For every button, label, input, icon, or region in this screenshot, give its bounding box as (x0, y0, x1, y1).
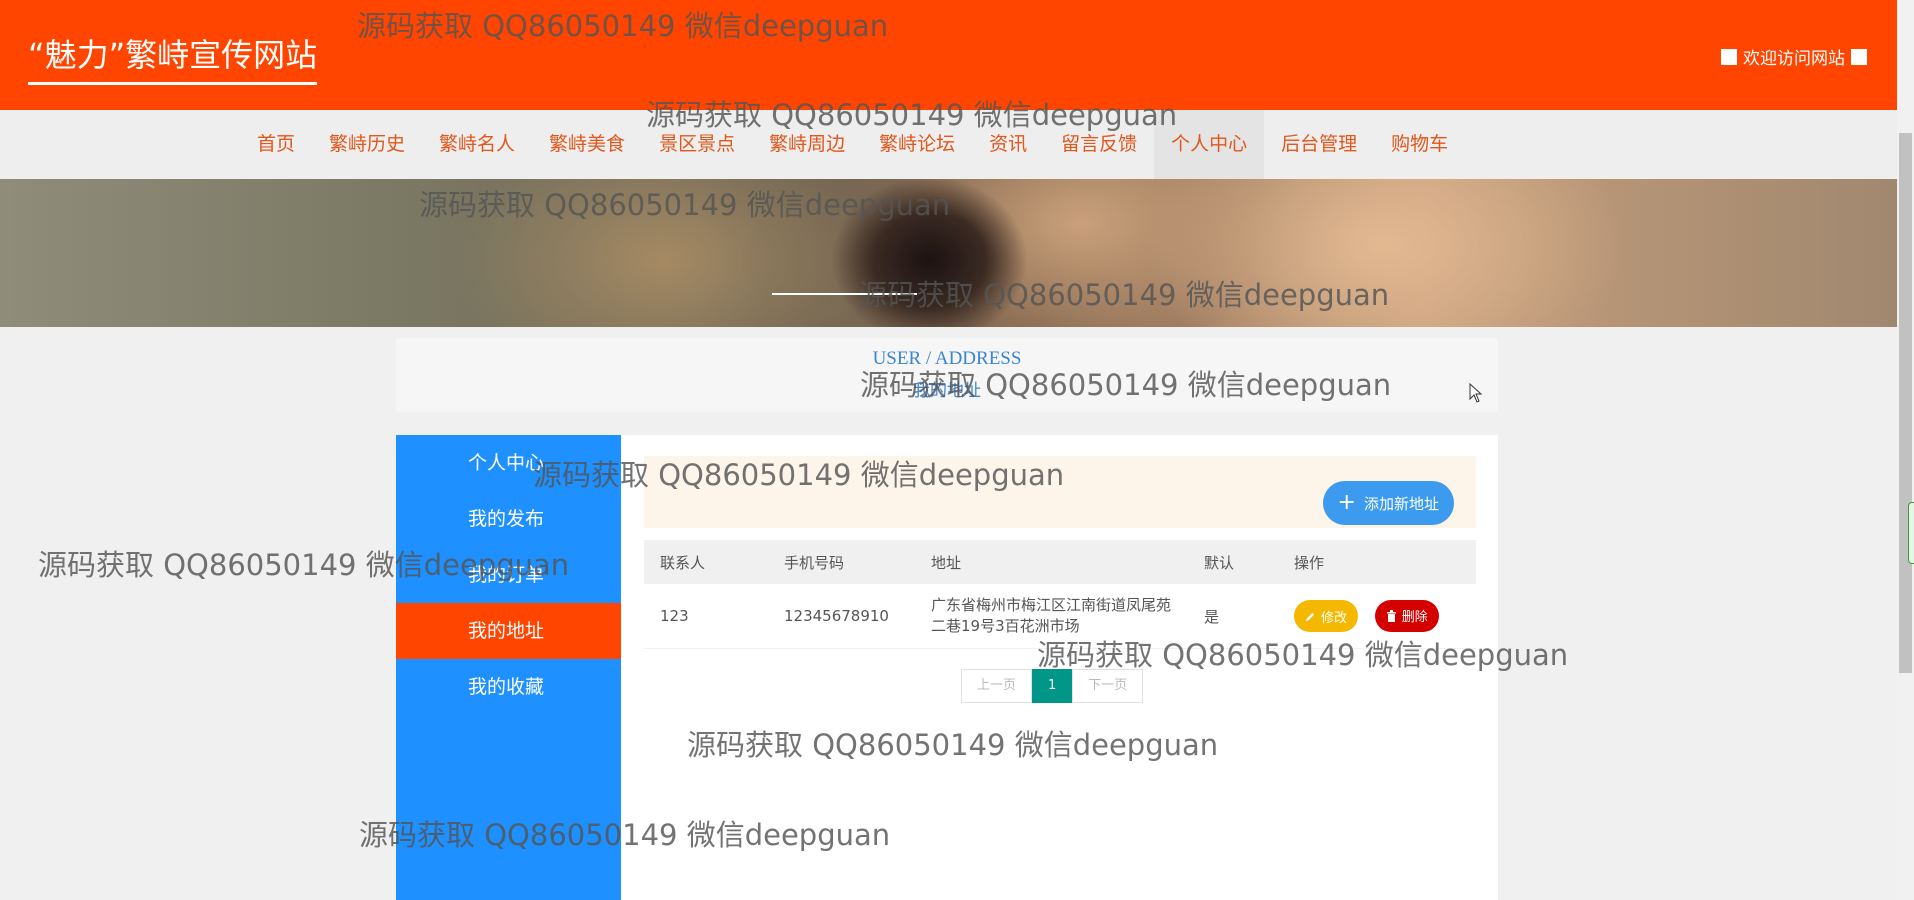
page-1-button[interactable]: 1 (1032, 669, 1073, 703)
cell-contact: 123 (644, 584, 768, 649)
col-default: 默认 (1188, 540, 1278, 584)
delete-label: 删除 (1401, 610, 1428, 626)
add-address-button[interactable]: + 添加新地址 (1322, 481, 1454, 525)
prev-page-button[interactable]: 上一页 (961, 669, 1033, 703)
mouse-cursor-icon (1469, 383, 1483, 403)
cell-default: 是 (1188, 584, 1278, 649)
nav-item-scenic-spots[interactable]: 景区景点 (642, 110, 752, 179)
user-sidebar: 个人中心 我的发布 我的订单 我的地址 我的收藏 (396, 435, 621, 900)
nav-item-admin[interactable]: 后台管理 (1264, 110, 1374, 179)
next-page-button[interactable]: 下一页 (1072, 669, 1144, 703)
col-contact: 联系人 (644, 540, 768, 584)
content-panel: 个人中心 我的发布 我的订单 我的地址 我的收藏 + 添加新地址 联系人 手机号… (396, 435, 1498, 900)
pencil-icon (1305, 612, 1315, 621)
table-row: 123 12345678910 广东省梅州市梅江区江南街道凤尾苑二巷19号3百花… (644, 584, 1476, 649)
table-header-row: 联系人 手机号码 地址 默认 操作 (644, 540, 1476, 584)
pagination: 上一页 1 下一页 (961, 669, 1144, 703)
sidebar-item-my-favorites[interactable]: 我的收藏 (396, 659, 621, 715)
cell-address: 广东省梅州市梅江区江南街道凤尾苑二巷19号3百花洲市场 (915, 584, 1188, 649)
page-title: 我的地址 (913, 381, 981, 401)
nav-item-forum[interactable]: 繁峙论坛 (862, 110, 972, 179)
sidebar-item-user-center[interactable]: 个人中心 (396, 435, 621, 491)
delete-button[interactable]: 删除 (1374, 599, 1439, 632)
page-title-bar: USER / ADDRESS 我的地址 (396, 338, 1498, 412)
sidebar-item-my-posts[interactable]: 我的发布 (396, 491, 621, 547)
side-float-tab[interactable] (1908, 502, 1914, 564)
welcome-banner: 欢迎访问网站 (1721, 44, 1867, 69)
address-toolbar: + 添加新地址 (644, 456, 1476, 528)
trash-icon (1386, 609, 1396, 622)
square-icon (1851, 48, 1867, 65)
scrollbar-thumb[interactable] (1899, 133, 1912, 673)
edit-label: 修改 (1321, 610, 1348, 626)
nav-item-feedback[interactable]: 留言反馈 (1044, 110, 1154, 179)
nav-item-cart[interactable]: 购物车 (1374, 110, 1465, 179)
add-address-label: 添加新地址 (1363, 494, 1439, 513)
plus-icon: + (1337, 490, 1356, 515)
hero-banner (0, 179, 1897, 327)
banner-divider (772, 293, 917, 295)
welcome-text: 欢迎访问网站 (1743, 49, 1845, 69)
nav-item-food[interactable]: 繁峙美食 (532, 110, 642, 179)
nav-item-celebrities[interactable]: 繁峙名人 (422, 110, 532, 179)
square-icon (1721, 48, 1737, 65)
nav-item-history[interactable]: 繁峙历史 (312, 110, 422, 179)
site-header: “魅力”繁峙宣传网站 欢迎访问网站 (0, 0, 1897, 110)
nav-item-home[interactable]: 首页 (240, 110, 312, 179)
edit-button[interactable]: 修改 (1294, 600, 1359, 633)
nav-item-user-center[interactable]: 个人中心 (1154, 110, 1265, 179)
main-nav: 首页 繁峙历史 繁峙名人 繁峙美食 景区景点 繁峙周边 繁峙论坛 资讯 留言反馈… (0, 110, 1897, 179)
col-address: 地址 (915, 540, 1188, 584)
page-title-en: USER / ADDRESS (872, 348, 1022, 369)
col-actions: 操作 (1278, 540, 1476, 584)
site-brand[interactable]: “魅力”繁峙宣传网站 (28, 30, 318, 85)
address-table: 联系人 手机号码 地址 默认 操作 123 12345678910 广东省梅州市… (644, 540, 1476, 649)
col-phone: 手机号码 (768, 540, 915, 584)
nav-item-surroundings[interactable]: 繁峙周边 (752, 110, 862, 179)
address-main: + 添加新地址 联系人 手机号码 地址 默认 操作 123 1234567891… (644, 456, 1476, 649)
cell-phone: 12345678910 (768, 584, 915, 649)
nav-item-news[interactable]: 资讯 (972, 110, 1044, 179)
sidebar-item-my-orders[interactable]: 我的订单 (396, 547, 621, 603)
page-scrollbar[interactable] (1897, 0, 1914, 900)
sidebar-item-my-address[interactable]: 我的地址 (396, 603, 621, 659)
cell-actions: 修改 删除 (1278, 584, 1476, 649)
